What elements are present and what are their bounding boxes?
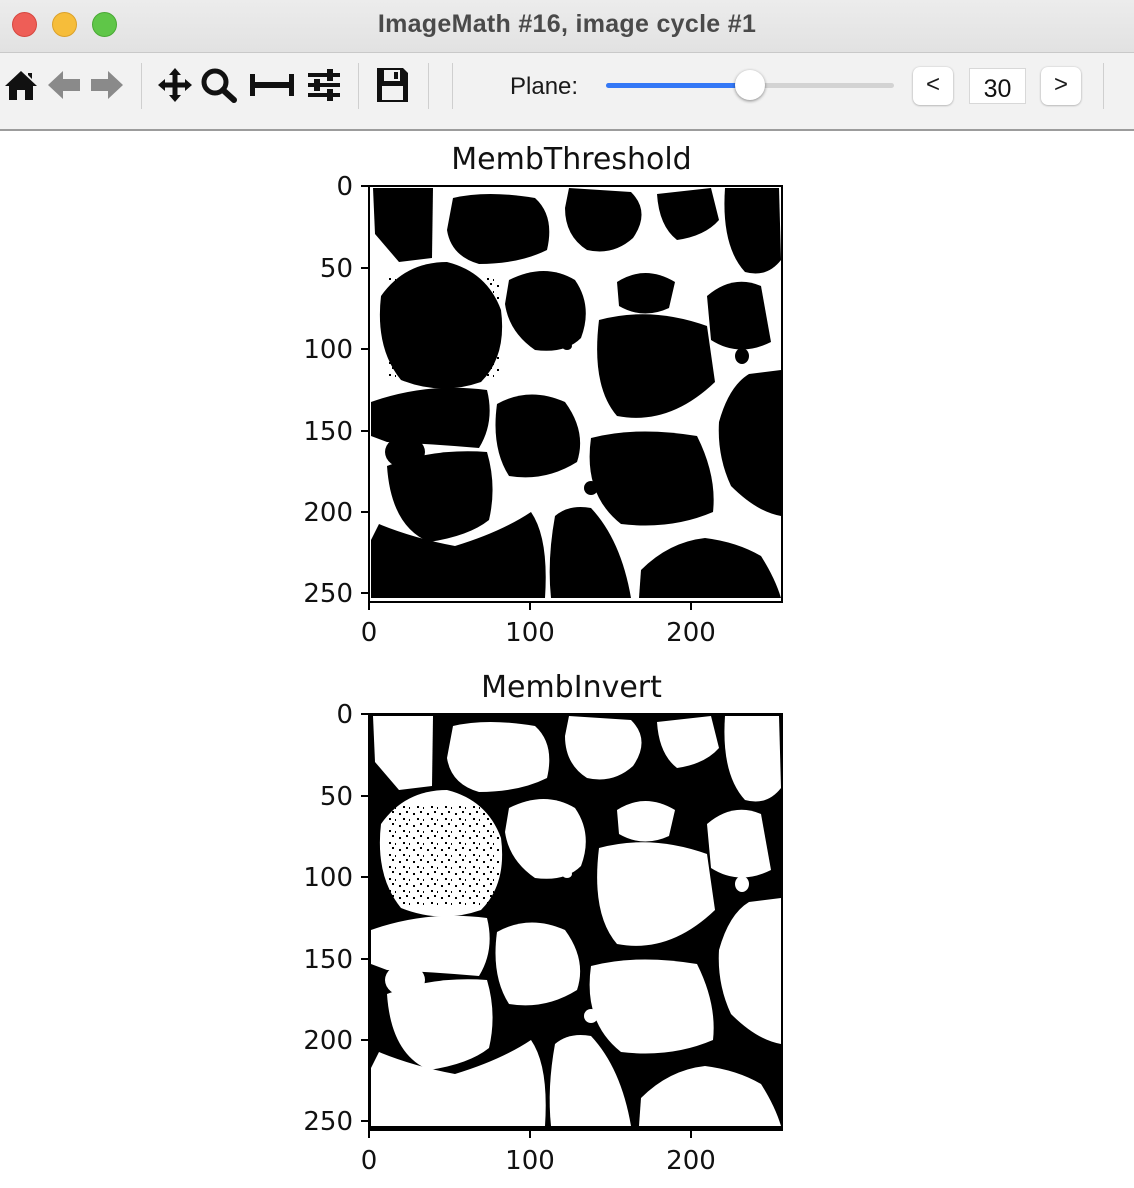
plot-0-ytick-label: 0	[336, 172, 353, 202]
window-titlebar: ImageMath #16, image cycle #1	[0, 0, 1134, 53]
window-title: ImageMath #16, image cycle #1	[377, 10, 757, 38]
plane-slider[interactable]	[606, 70, 894, 100]
plot-0-ytick-label: 50	[320, 254, 353, 284]
toolbar: Plane: < 30 >	[0, 53, 1134, 131]
plot-1-ytick-label: 50	[320, 782, 353, 812]
plot-0-ytick-label: 250	[303, 579, 353, 609]
plot-1-ytick-label: 200	[303, 1026, 353, 1056]
configure-icon[interactable]	[305, 63, 343, 107]
figure-canvas[interactable]: MembThreshold 0 50 100 150 200 250 0 100 200 MembI…	[0, 131, 1134, 1188]
plot-1-title: MembInvert	[481, 670, 662, 705]
toolbar-separator	[141, 63, 142, 109]
next-plane-button[interactable]: >	[1041, 67, 1081, 105]
forward-icon[interactable]	[89, 63, 125, 107]
plane-label: Plane:	[510, 73, 579, 100]
toolbar-separator	[452, 63, 453, 109]
plane-number-field[interactable]: 30	[969, 68, 1026, 104]
figure-svg: MembThreshold0501001502002500 100 200MembI…	[303, 142, 783, 1176]
plot-0-ytick-label: 150	[303, 417, 353, 447]
back-icon[interactable]	[46, 63, 82, 107]
zoom-icon[interactable]	[200, 63, 238, 107]
plot-0-xtick-label: 100	[505, 618, 555, 648]
plot-0-xtick-label: 0	[361, 618, 378, 648]
plot-0-ytick-label: 200	[303, 498, 353, 528]
home-icon[interactable]	[4, 63, 38, 107]
plot-1-ytick-label: 0	[336, 700, 353, 730]
toolbar-separator	[1103, 63, 1104, 109]
plot-1-ytick-label: 150	[303, 945, 353, 975]
toolbar-separator	[428, 63, 429, 109]
pan-icon[interactable]	[157, 63, 193, 107]
plot-1-ytick-label: 250	[303, 1107, 353, 1137]
plot-0-speckle	[389, 278, 499, 378]
prev-plane-button[interactable]: <	[913, 67, 953, 105]
plot-1-ytick-label: 100	[303, 863, 353, 893]
plot-1-xtick-label: 200	[666, 1146, 716, 1176]
plot-1-image-panel[interactable]	[368, 713, 783, 1131]
plane-slider-thumb[interactable]	[735, 70, 765, 100]
plot-0-title: MembThreshold	[451, 142, 691, 177]
toolbar-separator	[358, 63, 359, 109]
plane-slider-fill	[606, 83, 750, 88]
plot-0-xtick-label: 200	[666, 618, 716, 648]
plot-0-image-panel[interactable]	[368, 185, 783, 603]
plot-0-ytick-label: 100	[303, 335, 353, 365]
subplots-icon[interactable]	[248, 63, 296, 107]
plot-1-xtick-label: 100	[505, 1146, 555, 1176]
save-icon[interactable]	[373, 63, 411, 107]
plot-1-speckle	[389, 806, 499, 906]
plot-1-xtick-label: 0	[361, 1146, 378, 1176]
